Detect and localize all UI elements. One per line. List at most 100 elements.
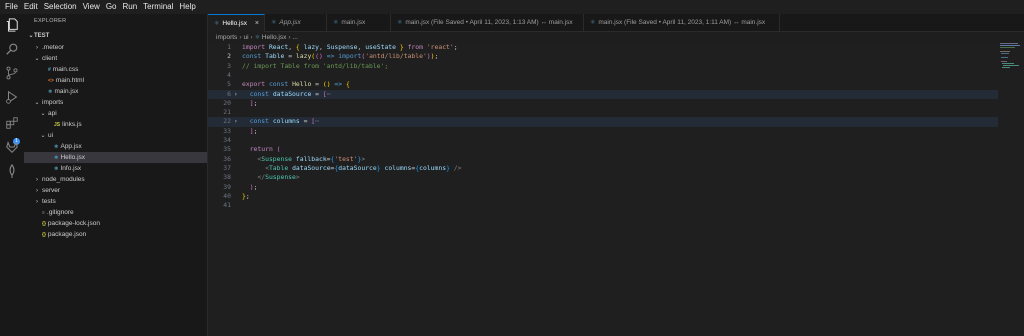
code-text: const columns = [⋯ — [249, 117, 320, 126]
search-icon[interactable] — [5, 42, 19, 56]
menu-help[interactable]: Help — [176, 0, 198, 14]
chevron-right-icon[interactable]: › — [234, 90, 238, 99]
tree-item-label: package-lock.json — [47, 220, 100, 227]
tab-label: App.jsx — [279, 19, 301, 26]
line-number: 33 — [223, 126, 231, 135]
code-text: }; — [242, 191, 250, 200]
line-number: 40 — [223, 191, 231, 200]
folder-node-modules[interactable]: › node_modules — [24, 174, 207, 185]
code-text: const Table = lazy(() => import('antd/li… — [242, 52, 439, 61]
folder-imports[interactable]: ⌄ imports — [24, 97, 207, 108]
folder-tests[interactable]: › tests — [24, 196, 207, 207]
tree-item-label: Info.jsx — [60, 165, 82, 172]
close-icon[interactable]: × — [255, 15, 259, 32]
code-line: 3 // import Table from 'antd/lib/table'; — [208, 62, 998, 71]
code-text: ); — [249, 182, 258, 191]
tree-item-label: package.json — [47, 231, 87, 238]
menu-selection[interactable]: Selection — [41, 0, 80, 14]
code-line: 41 — [208, 201, 998, 210]
tree-item-label: links.js — [62, 121, 82, 128]
menu-file[interactable]: File — [2, 0, 21, 14]
folder-server[interactable]: › server — [24, 185, 207, 196]
code-editor[interactable]: 1 import React, { lazy, Suspense, useStat… — [208, 43, 1024, 336]
chevron-right-icon[interactable]: › — [234, 117, 238, 126]
file-info-jsx[interactable]: ⚛ Info.jsx — [24, 163, 207, 174]
code-text: import React, { lazy, Suspense, useState… — [242, 43, 458, 51]
code-comment: // import Table from 'antd/lib/table'; — [242, 61, 389, 70]
menu-edit[interactable]: Edit — [21, 0, 41, 14]
breadcrumb: imports › ui › ⚛ Hello.jsx ›... — [216, 33, 298, 43]
menu-go[interactable]: Go — [103, 0, 120, 14]
file-gitignore[interactable]: ≡ .gitignore — [24, 207, 207, 218]
tree-item-label: node_modules — [42, 176, 85, 183]
code-line: 22 › const columns = [⋯ — [208, 117, 998, 127]
tree-item-label: App.jsx — [60, 143, 82, 150]
tab-main-jsx[interactable]: ⚛ main.jsx — [327, 14, 391, 32]
line-number: 39 — [223, 182, 231, 191]
tree-item-label: main.css — [52, 66, 79, 73]
workspace-root[interactable]: ⌄TEST — [28, 31, 211, 42]
minimap-line — [1000, 45, 1020, 46]
line-number: 37 — [223, 163, 231, 172]
file-package-lock-json[interactable]: {} package-lock.json — [24, 218, 207, 229]
line-number: 36 — [223, 154, 231, 163]
minimap-line — [1000, 51, 1010, 52]
react-file-icon: ⚛ — [333, 20, 339, 26]
extensions-icon[interactable] — [5, 116, 19, 130]
tab-app-jsx[interactable]: ⚛ App.jsx — [265, 14, 327, 32]
code-line: 39 ); — [208, 183, 998, 192]
activity-bar: 1 — [0, 14, 24, 336]
file-app-jsx[interactable]: ⚛ App.jsx — [24, 141, 207, 152]
file-hello-jsx[interactable]: ⚛ Hello.jsx — [24, 152, 207, 163]
json-file-icon: {} — [42, 232, 46, 238]
mongodb-leaf-icon[interactable] — [5, 164, 19, 178]
code-text: ]; — [249, 126, 258, 135]
workspace-root-label: TEST — [34, 33, 50, 39]
code-line: 2 const Table = lazy(() => import('antd/l… — [208, 52, 998, 61]
minimap-line — [1003, 65, 1019, 66]
folder-client[interactable]: ⌄ client — [24, 53, 207, 64]
menu-terminal[interactable]: Terminal — [140, 0, 176, 14]
run-debug-icon[interactable] — [5, 90, 19, 104]
file-package-json[interactable]: {} package.json — [24, 229, 207, 240]
code-line: 40}; — [208, 192, 998, 201]
tree-item-label: main.jsx — [54, 88, 79, 95]
tree-item-label: imports — [42, 99, 64, 106]
line-number: 2 — [227, 52, 231, 61]
tree-item-label: server — [42, 187, 61, 194]
code-text: ]; — [249, 98, 258, 107]
files-icon[interactable] — [5, 18, 19, 32]
line-number: 1 — [227, 43, 231, 51]
folder-meteor[interactable]: › .meteor — [24, 42, 207, 53]
breadcrumb-more[interactable]: ... — [293, 34, 298, 41]
minimap[interactable] — [1000, 43, 1022, 73]
tree-item-label: .meteor — [42, 44, 65, 51]
code-line: 4 — [208, 71, 998, 80]
code-line: 34 — [208, 136, 998, 145]
breadcrumb-file[interactable]: Hello.jsx — [262, 34, 287, 41]
file-links-js[interactable]: JS links.js — [24, 119, 207, 130]
source-control-icon[interactable] — [5, 66, 19, 80]
tab-main-jsx-diff-2[interactable]: ⚛ main.jsx (File Saved • April 11, 2023, … — [584, 14, 780, 32]
tab-hello-jsx[interactable]: ⚛ Hello.jsx × — [208, 14, 265, 32]
react-file-icon: ⚛ — [271, 20, 277, 26]
breadcrumb-imports[interactable]: imports — [216, 34, 237, 41]
menu-bar: File Edit Selection View Go Run Terminal… — [0, 0, 1024, 14]
tab-main-jsx-diff-1[interactable]: ⚛ main.jsx (File Saved • April 11, 2023, … — [391, 14, 584, 32]
gitlab-icon[interactable] — [5, 140, 19, 154]
file-main-html[interactable]: <> main.html — [24, 75, 207, 86]
tree-item-label: client — [42, 55, 58, 62]
file-main-css[interactable]: # main.css — [24, 64, 207, 75]
tree-item-label: main.html — [55, 77, 85, 84]
react-file-icon: ⚛ — [590, 20, 596, 26]
chevron-right-icon: › — [288, 34, 291, 41]
minimap-line — [1000, 47, 1015, 48]
breadcrumb-ui[interactable]: ui — [243, 34, 248, 41]
code-line: 21 — [208, 108, 998, 117]
line-number: 3 — [227, 61, 231, 70]
menu-run[interactable]: Run — [119, 0, 140, 14]
file-main-jsx[interactable]: ⚛ main.jsx — [24, 86, 207, 97]
menu-view[interactable]: View — [80, 0, 103, 14]
folder-api[interactable]: ⌄ api — [24, 108, 207, 119]
folder-ui[interactable]: ⌄ ui — [24, 130, 207, 141]
